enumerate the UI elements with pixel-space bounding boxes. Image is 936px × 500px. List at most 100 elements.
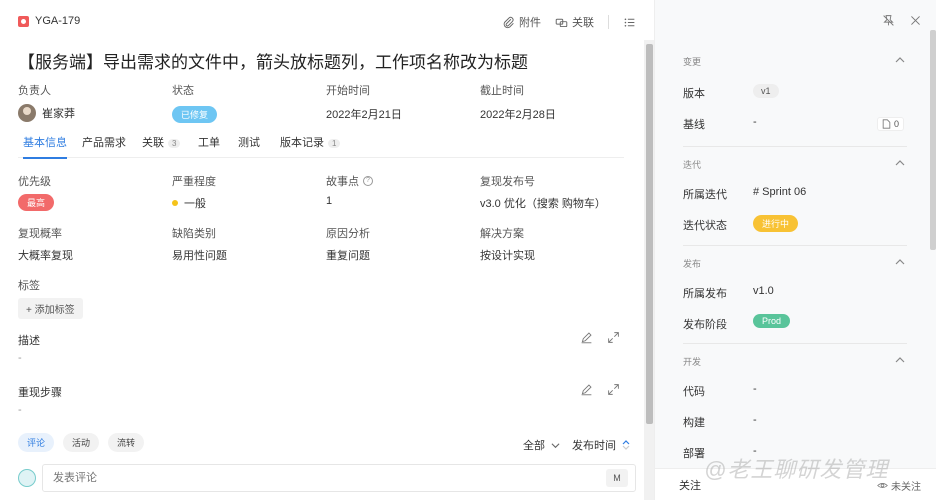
filter-label: 全部 [523, 440, 545, 452]
expand-icon[interactable] [607, 383, 620, 396]
sort-arrow-icon [622, 440, 630, 450]
chip-activity[interactable]: 活动 [63, 433, 100, 452]
owner-field[interactable]: 负责人 崔家莽 [18, 82, 75, 122]
sprint-label: 所属迭代 [683, 189, 727, 201]
description-tools [580, 331, 620, 344]
bug-icon [18, 15, 29, 27]
solution-value[interactable]: 按设计实现 [480, 247, 535, 263]
tab-count: 3 [168, 139, 181, 148]
severity-value: 一般 [184, 198, 206, 210]
edit-icon[interactable] [580, 331, 593, 344]
tab-label: 基本信息 [23, 137, 67, 149]
probability-value[interactable]: 大概率复现 [18, 247, 73, 263]
sort-toggle[interactable]: 发布时间 [572, 437, 630, 453]
mention-button[interactable]: M [606, 469, 628, 487]
version-badge: v1 [753, 84, 779, 98]
chevron-up-icon[interactable] [895, 355, 905, 365]
release-stage-field[interactable]: Prod [753, 314, 791, 328]
issue-id[interactable]: YGA-179 [18, 15, 80, 27]
filter-dropdown[interactable]: 全部 [523, 437, 560, 453]
deploy-value[interactable]: - [753, 445, 757, 457]
comment-input[interactable] [42, 464, 636, 492]
document-count: 0 [894, 119, 900, 129]
release-number-label: 复现发布号 [480, 176, 535, 188]
tab-tests[interactable]: 测试 [238, 134, 260, 157]
group-dev-head: 开发 [683, 357, 702, 367]
unfollow-button[interactable]: 未关注 [877, 478, 921, 493]
iteration-state-field[interactable]: 进行中 [753, 215, 799, 232]
status-badge[interactable]: 已修复 [172, 106, 218, 123]
chip-flow[interactable]: 流转 [108, 433, 145, 452]
issue-id-text: YGA-179 [35, 15, 81, 27]
plus-icon: + [26, 305, 35, 316]
link-button[interactable]: 关联 [555, 14, 594, 30]
start-date-field[interactable]: 开始时间 2022年2月21日 [326, 82, 402, 122]
tab-links[interactable]: 关联 3 [142, 134, 181, 157]
tab-basic-info[interactable]: 基本信息 [23, 134, 67, 159]
tab-bar: 基本信息 产品需求 关联 3 工单 测试 版本记录 1 [18, 134, 624, 159]
baseline-value[interactable]: - [753, 116, 757, 128]
list-icon[interactable] [623, 16, 636, 29]
build-value[interactable]: - [753, 414, 757, 426]
build-label: 构建 [683, 417, 705, 429]
status-label: 状态 [172, 85, 194, 97]
unpin-icon[interactable] [882, 14, 895, 27]
add-tag-button[interactable]: + 添加标签 [18, 298, 83, 319]
steps-tools [580, 383, 620, 396]
tab-label: 版本记录 [280, 137, 324, 149]
code-value[interactable]: - [753, 383, 757, 395]
steps-label: 重现步骤 [18, 387, 62, 399]
defect-type-value[interactable]: 易用性问题 [172, 247, 227, 263]
chevron-up-icon[interactable] [895, 55, 905, 65]
document-icon [882, 119, 891, 129]
cause-label: 原因分析 [326, 228, 370, 240]
due-value: 2022年2月28日 [480, 109, 556, 121]
chip-comments[interactable]: 评论 [18, 433, 55, 452]
severity-field[interactable]: 一般 [172, 195, 206, 211]
story-points-value[interactable]: 1 [326, 195, 332, 207]
baseline-label: 基线 [683, 119, 705, 131]
help-icon[interactable]: ? [363, 176, 373, 186]
defect-type-label: 缺陷类别 [172, 228, 216, 240]
tab-label: 关联 [142, 137, 164, 149]
expand-icon[interactable] [607, 331, 620, 344]
right-scrollbar-thumb[interactable] [930, 30, 936, 250]
priority-badge: 最高 [18, 194, 55, 211]
close-icon[interactable] [909, 14, 922, 27]
due-date-field[interactable]: 截止时间 2022年2月28日 [480, 82, 556, 122]
edit-icon[interactable] [580, 383, 593, 396]
start-value: 2022年2月21日 [326, 109, 402, 121]
tab-label: 工单 [198, 137, 220, 149]
iteration-state-label: 迭代状态 [683, 220, 727, 232]
issue-title[interactable]: 【服务端】导出需求的文件中，箭头放标题列，工作项名称改为标题 [18, 48, 528, 73]
release-label: 所属发布 [683, 288, 727, 300]
attachment-button[interactable]: 附件 [502, 14, 541, 30]
deploy-label: 部署 [683, 448, 705, 460]
left-scrollbar-thumb[interactable] [646, 44, 653, 424]
sprint-value[interactable]: # Sprint 06 [753, 186, 806, 198]
story-points-text: 故事点 [326, 176, 359, 188]
priority-field[interactable]: 最高 [18, 194, 55, 211]
description-value[interactable]: - [18, 352, 22, 364]
release-number-value[interactable]: v3.0 优化（搜索 购物车） [480, 195, 606, 211]
solution-label: 解决方案 [480, 228, 524, 240]
release-value[interactable]: v1.0 [753, 285, 774, 297]
issue-side-panel: 变更 版本 v1 基线 - 0 迭代 所属迭代 # Sprint 06 迭代状态… [654, 0, 936, 500]
status-field[interactable]: 状态 已修复 [172, 82, 218, 123]
steps-value[interactable]: - [18, 404, 22, 416]
cause-value[interactable]: 重复问题 [326, 247, 370, 263]
owner-name: 崔家莽 [42, 108, 75, 120]
chevron-up-icon[interactable] [895, 257, 905, 267]
chevron-up-icon[interactable] [895, 158, 905, 168]
follow-label: 关注 [679, 480, 701, 492]
tab-version-history[interactable]: 版本记录 1 [280, 134, 341, 157]
severity-dot-icon [172, 200, 178, 206]
description-label: 描述 [18, 335, 40, 347]
tab-tickets[interactable]: 工单 [198, 134, 220, 157]
tab-label: 产品需求 [82, 137, 126, 149]
group-change-head: 变更 [683, 57, 702, 67]
version-field[interactable]: v1 [753, 84, 779, 98]
tab-product-requirements[interactable]: 产品需求 [82, 134, 126, 157]
due-label: 截止时间 [480, 85, 524, 97]
document-count-badge[interactable]: 0 [877, 117, 905, 131]
